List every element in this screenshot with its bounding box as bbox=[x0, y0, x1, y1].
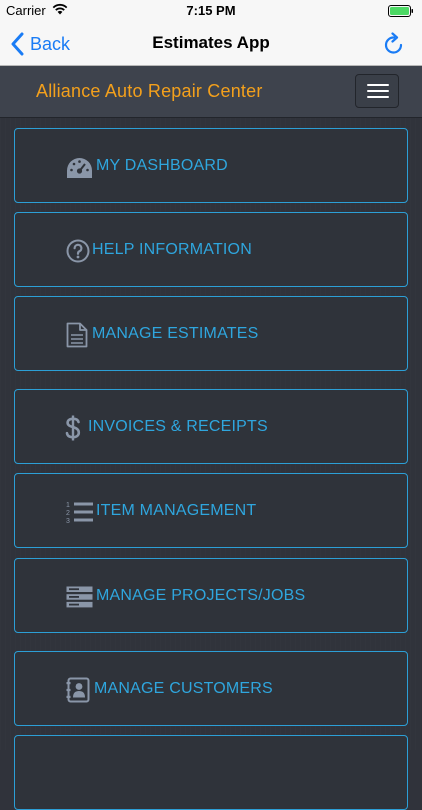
clock: 7:15 PM bbox=[186, 3, 236, 18]
app-header: Alliance Auto Repair Center bbox=[0, 66, 422, 118]
question-circle-icon bbox=[66, 239, 90, 263]
svg-text:2: 2 bbox=[66, 510, 70, 517]
hamburger-menu-button[interactable] bbox=[355, 74, 399, 108]
document-icon bbox=[66, 322, 88, 348]
server-stack-icon bbox=[66, 586, 93, 608]
brand-title[interactable]: Alliance Auto Repair Center bbox=[36, 81, 263, 102]
menu-item-partial[interactable] bbox=[14, 735, 408, 810]
menu-item-item-management[interactable]: 1 2 3 ITEM MANAGEMENT bbox=[14, 473, 408, 548]
menu-item-label: MANAGE PROJECTS/JOBS bbox=[96, 587, 306, 604]
refresh-icon[interactable] bbox=[382, 32, 406, 56]
hamburger-line bbox=[367, 84, 389, 86]
menu-item-manage-projects-jobs[interactable]: MANAGE PROJECTS/JOBS bbox=[14, 558, 408, 633]
menu-item-label: MANAGE ESTIMATES bbox=[92, 325, 259, 342]
menu-item-label: INVOICES & RECEIPTS bbox=[88, 418, 268, 435]
menu-item-label: MY DASHBOARD bbox=[96, 157, 228, 174]
menu-item-label: MANAGE CUSTOMERS bbox=[94, 680, 273, 697]
hamburger-line bbox=[367, 96, 389, 98]
svg-text:3: 3 bbox=[66, 518, 70, 524]
main-menu: MY DASHBOARD HELP INFORMATION MANAGE EST… bbox=[0, 118, 422, 810]
numbered-list-icon: 1 2 3 bbox=[66, 502, 93, 524]
menu-item-manage-estimates[interactable]: MANAGE ESTIMATES bbox=[14, 296, 408, 371]
nav-title: Estimates App bbox=[152, 33, 270, 52]
status-bar: Carrier 7:15 PM bbox=[0, 0, 422, 22]
dollar-icon bbox=[65, 415, 81, 441]
menu-item-manage-customers[interactable]: MANAGE CUSTOMERS bbox=[14, 651, 408, 726]
menu-item-invoices-receipts[interactable]: INVOICES & RECEIPTS bbox=[14, 389, 408, 464]
menu-item-label: ITEM MANAGEMENT bbox=[96, 502, 257, 519]
dashboard-gauge-icon bbox=[67, 158, 92, 178]
svg-text:1: 1 bbox=[66, 502, 70, 509]
menu-item-label: HELP INFORMATION bbox=[92, 241, 252, 258]
navigation-bar: Back Estimates App bbox=[0, 22, 422, 66]
hamburger-line bbox=[367, 90, 389, 92]
battery-icon bbox=[388, 5, 413, 17]
menu-item-help-information[interactable]: HELP INFORMATION bbox=[14, 212, 408, 287]
contact-book-icon bbox=[66, 677, 90, 703]
menu-item-my-dashboard[interactable]: MY DASHBOARD bbox=[14, 128, 408, 203]
